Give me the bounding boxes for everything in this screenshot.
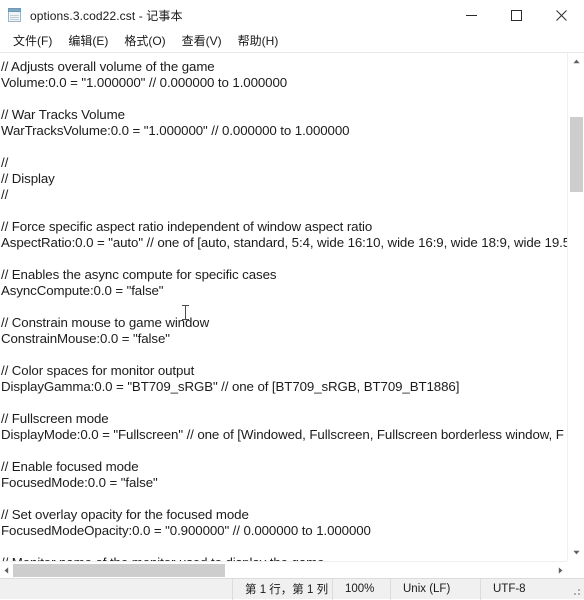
text-line: [0, 299, 567, 315]
text-line: [0, 539, 567, 555]
text-line: [0, 91, 567, 107]
text-line: DisplayGamma:0.0 = "BT709_sRGB" // one o…: [0, 379, 567, 395]
notepad-window: options.3.cod22.cst - 记事本 文件(F) 编辑(E) 格式…: [0, 0, 584, 599]
text-line: DisplayMode:0.0 = "Fullscreen" // one of…: [0, 427, 567, 443]
menu-view[interactable]: 查看(V): [174, 30, 230, 52]
menu-help[interactable]: 帮助(H): [230, 30, 287, 52]
text-line: Volume:0.0 = "1.000000" // 0.000000 to 1…: [0, 75, 567, 91]
text-line: // Enables the async compute for specifi…: [0, 267, 567, 283]
text-line: [0, 251, 567, 267]
text-line: AspectRatio:0.0 = "auto" // one of [auto…: [0, 235, 567, 251]
status-line-ending: Unix (LF): [390, 579, 480, 600]
text-line: // Constrain mouse to game window: [0, 315, 567, 331]
window-title: options.3.cod22.cst - 记事本: [30, 7, 183, 24]
menu-file[interactable]: 文件(F): [5, 30, 60, 52]
resize-grip-icon[interactable]: [570, 585, 582, 597]
text-line: ConstrainMouse:0.0 = "false": [0, 331, 567, 347]
text-line: [0, 395, 567, 411]
menu-format[interactable]: 格式(O): [116, 30, 173, 52]
status-encoding: UTF-8: [480, 579, 584, 600]
maximize-button[interactable]: [494, 0, 539, 30]
text-editor[interactable]: // Adjusts overall volume of the gameVol…: [0, 53, 567, 561]
status-zoom-level[interactable]: 100%: [332, 579, 390, 600]
text-line: WarTracksVolume:0.0 = "1.000000" // 0.00…: [0, 123, 567, 139]
minimize-button[interactable]: [449, 0, 494, 30]
window-controls: [449, 0, 584, 30]
text-line: // Color spaces for monitor output: [0, 363, 567, 379]
title-bar[interactable]: options.3.cod22.cst - 记事本: [0, 0, 584, 30]
text-line: [0, 139, 567, 155]
text-line: // Force specific aspect ratio independe…: [0, 219, 567, 235]
text-line: [0, 347, 567, 363]
text-line: // Enable focused mode: [0, 459, 567, 475]
status-cursor-position: 第 1 行，第 1 列: [232, 579, 332, 600]
scroll-up-arrow-icon[interactable]: [568, 53, 584, 70]
scroll-right-arrow-icon[interactable]: [554, 562, 567, 578]
menu-bar: 文件(F) 编辑(E) 格式(O) 查看(V) 帮助(H): [0, 30, 584, 53]
text-line: [0, 203, 567, 219]
editor-area: // Adjusts overall volume of the gameVol…: [0, 53, 584, 578]
text-line: // Fullscreen mode: [0, 411, 567, 427]
horizontal-scrollbar-thumb[interactable]: [13, 564, 225, 577]
text-line: AsyncCompute:0.0 = "false": [0, 283, 567, 299]
scroll-down-arrow-icon[interactable]: [568, 544, 584, 561]
horizontal-scrollbar[interactable]: [0, 561, 567, 578]
text-line: FocusedMode:0.0 = "false": [0, 475, 567, 491]
status-bar: 第 1 行，第 1 列 100% Unix (LF) UTF-8: [0, 578, 584, 599]
menu-edit[interactable]: 编辑(E): [60, 30, 116, 52]
scrollbar-corner: [567, 561, 584, 578]
text-line: // Set overlay opacity for the focused m…: [0, 507, 567, 523]
text-line: // Adjusts overall volume of the game: [0, 59, 567, 75]
text-line: [0, 491, 567, 507]
scroll-left-arrow-icon[interactable]: [0, 562, 13, 578]
text-line: FocusedModeOpacity:0.0 = "0.900000" // 0…: [0, 523, 567, 539]
notepad-document-icon: [7, 7, 23, 23]
text-line: // War Tracks Volume: [0, 107, 567, 123]
close-button[interactable]: [539, 0, 584, 30]
vertical-scrollbar[interactable]: [567, 53, 584, 561]
text-line: //: [0, 187, 567, 203]
text-caret: [185, 305, 186, 320]
text-line: [0, 443, 567, 459]
text-line: //: [0, 155, 567, 171]
text-line: // Display: [0, 171, 567, 187]
vertical-scrollbar-thumb[interactable]: [570, 117, 583, 192]
